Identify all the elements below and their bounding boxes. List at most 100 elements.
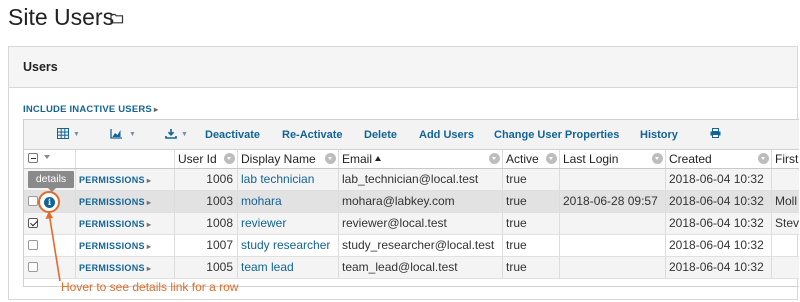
- caret-right-icon: ▸: [153, 105, 159, 114]
- column-menu-icon[interactable]: [546, 153, 557, 164]
- display-name-link[interactable]: team lead: [238, 257, 339, 278]
- first-cell: Moll: [775, 194, 798, 208]
- column-header-active[interactable]: Active: [503, 150, 560, 168]
- print-icon[interactable]: [710, 128, 721, 138]
- chevron-down-icon: ▼: [129, 131, 136, 138]
- column-header-user-id[interactable]: User Id: [175, 150, 238, 168]
- export-icon[interactable]: ▼: [165, 128, 188, 139]
- row-select-cell: [24, 257, 76, 278]
- column-header-label: User Id: [178, 152, 217, 166]
- add-users-button[interactable]: Add Users: [419, 129, 474, 141]
- panel-title: Users: [23, 60, 58, 74]
- column-menu-icon[interactable]: [758, 153, 769, 164]
- user-id-cell: 1003: [175, 191, 238, 212]
- row-select-cell: [24, 235, 76, 256]
- active-cell: true: [503, 169, 560, 190]
- table-row[interactable]: PERMISSIONS ▸ 1006 lab technician lab_tec…: [24, 169, 799, 191]
- last-login-cell: 2018-06-28 09:57: [560, 191, 666, 212]
- permissions-link[interactable]: PERMISSIONS ▸: [76, 257, 175, 278]
- row-checkbox[interactable]: [28, 240, 38, 250]
- chevron-down-icon: ▼: [73, 131, 80, 138]
- first-cell: [772, 169, 799, 190]
- include-inactive-users-link[interactable]: INCLUDE INACTIVE USERS ▸: [23, 104, 158, 115]
- select-all-checkbox[interactable]: [28, 153, 38, 163]
- folder-icon[interactable]: [110, 11, 124, 25]
- info-icon[interactable]: i: [44, 197, 55, 208]
- column-header-label: Created: [669, 152, 712, 166]
- email-cell: lab_technician@local.test: [339, 169, 503, 190]
- permissions-link[interactable]: PERMISSIONS ▸: [76, 213, 175, 234]
- user-id-cell: 1005: [175, 257, 238, 278]
- column-menu-icon[interactable]: [489, 153, 500, 164]
- column-header-label: Email: [342, 152, 373, 166]
- column-header-label: Display Name: [241, 152, 316, 166]
- delete-button[interactable]: Delete: [364, 129, 397, 141]
- first-cell: Stev: [775, 216, 799, 230]
- permissions-label: PERMISSIONS: [79, 219, 145, 229]
- user-id-cell: 1007: [175, 235, 238, 256]
- column-menu-icon[interactable]: [652, 153, 663, 164]
- display-name-link[interactable]: lab technician: [238, 169, 339, 190]
- page-header: Site Users: [0, 0, 800, 42]
- change-user-properties-button[interactable]: Change User Properties: [494, 129, 619, 141]
- panel-header: [9, 47, 797, 88]
- grid-icon[interactable]: ▼: [57, 128, 80, 139]
- last-login-cell: [560, 235, 666, 256]
- row-checkbox[interactable]: [28, 218, 38, 228]
- column-header-created[interactable]: Created: [666, 150, 772, 168]
- user-id-cell: 1008: [175, 213, 238, 234]
- table-row[interactable]: PERMISSIONS ▸ 1005 team lead team_lead@lo…: [24, 257, 799, 279]
- created-cell: 2018-06-04 10:32: [666, 257, 772, 278]
- table-row[interactable]: PERMISSIONS ▸ 1007 study researcher study…: [24, 235, 799, 257]
- permissions-link[interactable]: PERMISSIONS ▸: [76, 235, 175, 256]
- chevron-down-icon[interactable]: [44, 155, 50, 159]
- caret-right-icon: ▸: [146, 220, 152, 229]
- last-login-cell: [560, 169, 666, 190]
- row-select-cell: [24, 213, 76, 234]
- email-cell: reviewer@local.test: [339, 213, 503, 234]
- column-header-last-login[interactable]: Last Login: [560, 150, 666, 168]
- users-grid: ▼ ▼ ▼ Deactivate Re-Activate Delete Add …: [23, 119, 799, 287]
- column-header-email[interactable]: Email: [339, 150, 503, 168]
- first-cell: [772, 235, 799, 256]
- user-id-cell: 1006: [175, 169, 238, 190]
- column-header-first[interactable]: First: [772, 150, 799, 168]
- deactivate-button[interactable]: Deactivate: [205, 129, 260, 141]
- permissions-label: PERMISSIONS: [79, 241, 145, 251]
- sort-ascending-icon: [375, 156, 382, 161]
- table-row[interactable]: PERMISSIONS ▸ 1008 reviewer reviewer@loca…: [24, 213, 799, 235]
- caret-right-icon: ▸: [146, 264, 152, 273]
- chevron-down-icon: ▼: [181, 131, 188, 138]
- column-header-display-name[interactable]: Display Name: [238, 150, 339, 168]
- history-button[interactable]: History: [640, 129, 678, 141]
- include-inactive-label: INCLUDE INACTIVE USERS: [23, 104, 152, 115]
- row-checkbox[interactable]: [28, 262, 38, 272]
- grid-header-row: User Id Display Name Email Active Last L…: [24, 150, 799, 169]
- chart-icon[interactable]: ▼: [110, 128, 136, 139]
- last-login-cell: [560, 213, 666, 234]
- display-name-link[interactable]: reviewer: [238, 213, 339, 234]
- grid-toolbar: ▼ ▼ ▼ Deactivate Re-Activate Delete Add …: [24, 120, 799, 150]
- permissions-label: PERMISSIONS: [79, 175, 145, 185]
- active-cell: true: [503, 213, 560, 234]
- column-header-label: Active: [506, 152, 539, 166]
- display-name-link[interactable]: study researcher: [238, 235, 339, 256]
- row-checkbox[interactable]: [28, 196, 38, 206]
- display-name-link[interactable]: mohara: [238, 191, 339, 212]
- created-cell: 2018-06-04 10:32: [666, 235, 772, 256]
- permissions-label: PERMISSIONS: [79, 263, 145, 273]
- caret-right-icon: ▸: [146, 198, 152, 207]
- column-header-label: Last Login: [563, 152, 619, 166]
- permissions-link[interactable]: PERMISSIONS ▸: [76, 169, 175, 190]
- permissions-link[interactable]: PERMISSIONS ▸: [76, 191, 175, 212]
- column-menu-icon[interactable]: [224, 153, 235, 164]
- permissions-header: [76, 150, 175, 168]
- table-row[interactable]: PERMISSIONS ▸ 1003 mohara mohara@labkey.c…: [24, 191, 799, 213]
- reactivate-button[interactable]: Re-Activate: [282, 129, 343, 141]
- page-title: Site Users: [8, 4, 115, 30]
- active-cell: true: [503, 191, 560, 212]
- select-all-cell: [24, 150, 76, 168]
- column-menu-icon[interactable]: [325, 153, 336, 164]
- email-cell: mohara@labkey.com: [339, 191, 503, 212]
- permissions-label: PERMISSIONS: [79, 197, 145, 207]
